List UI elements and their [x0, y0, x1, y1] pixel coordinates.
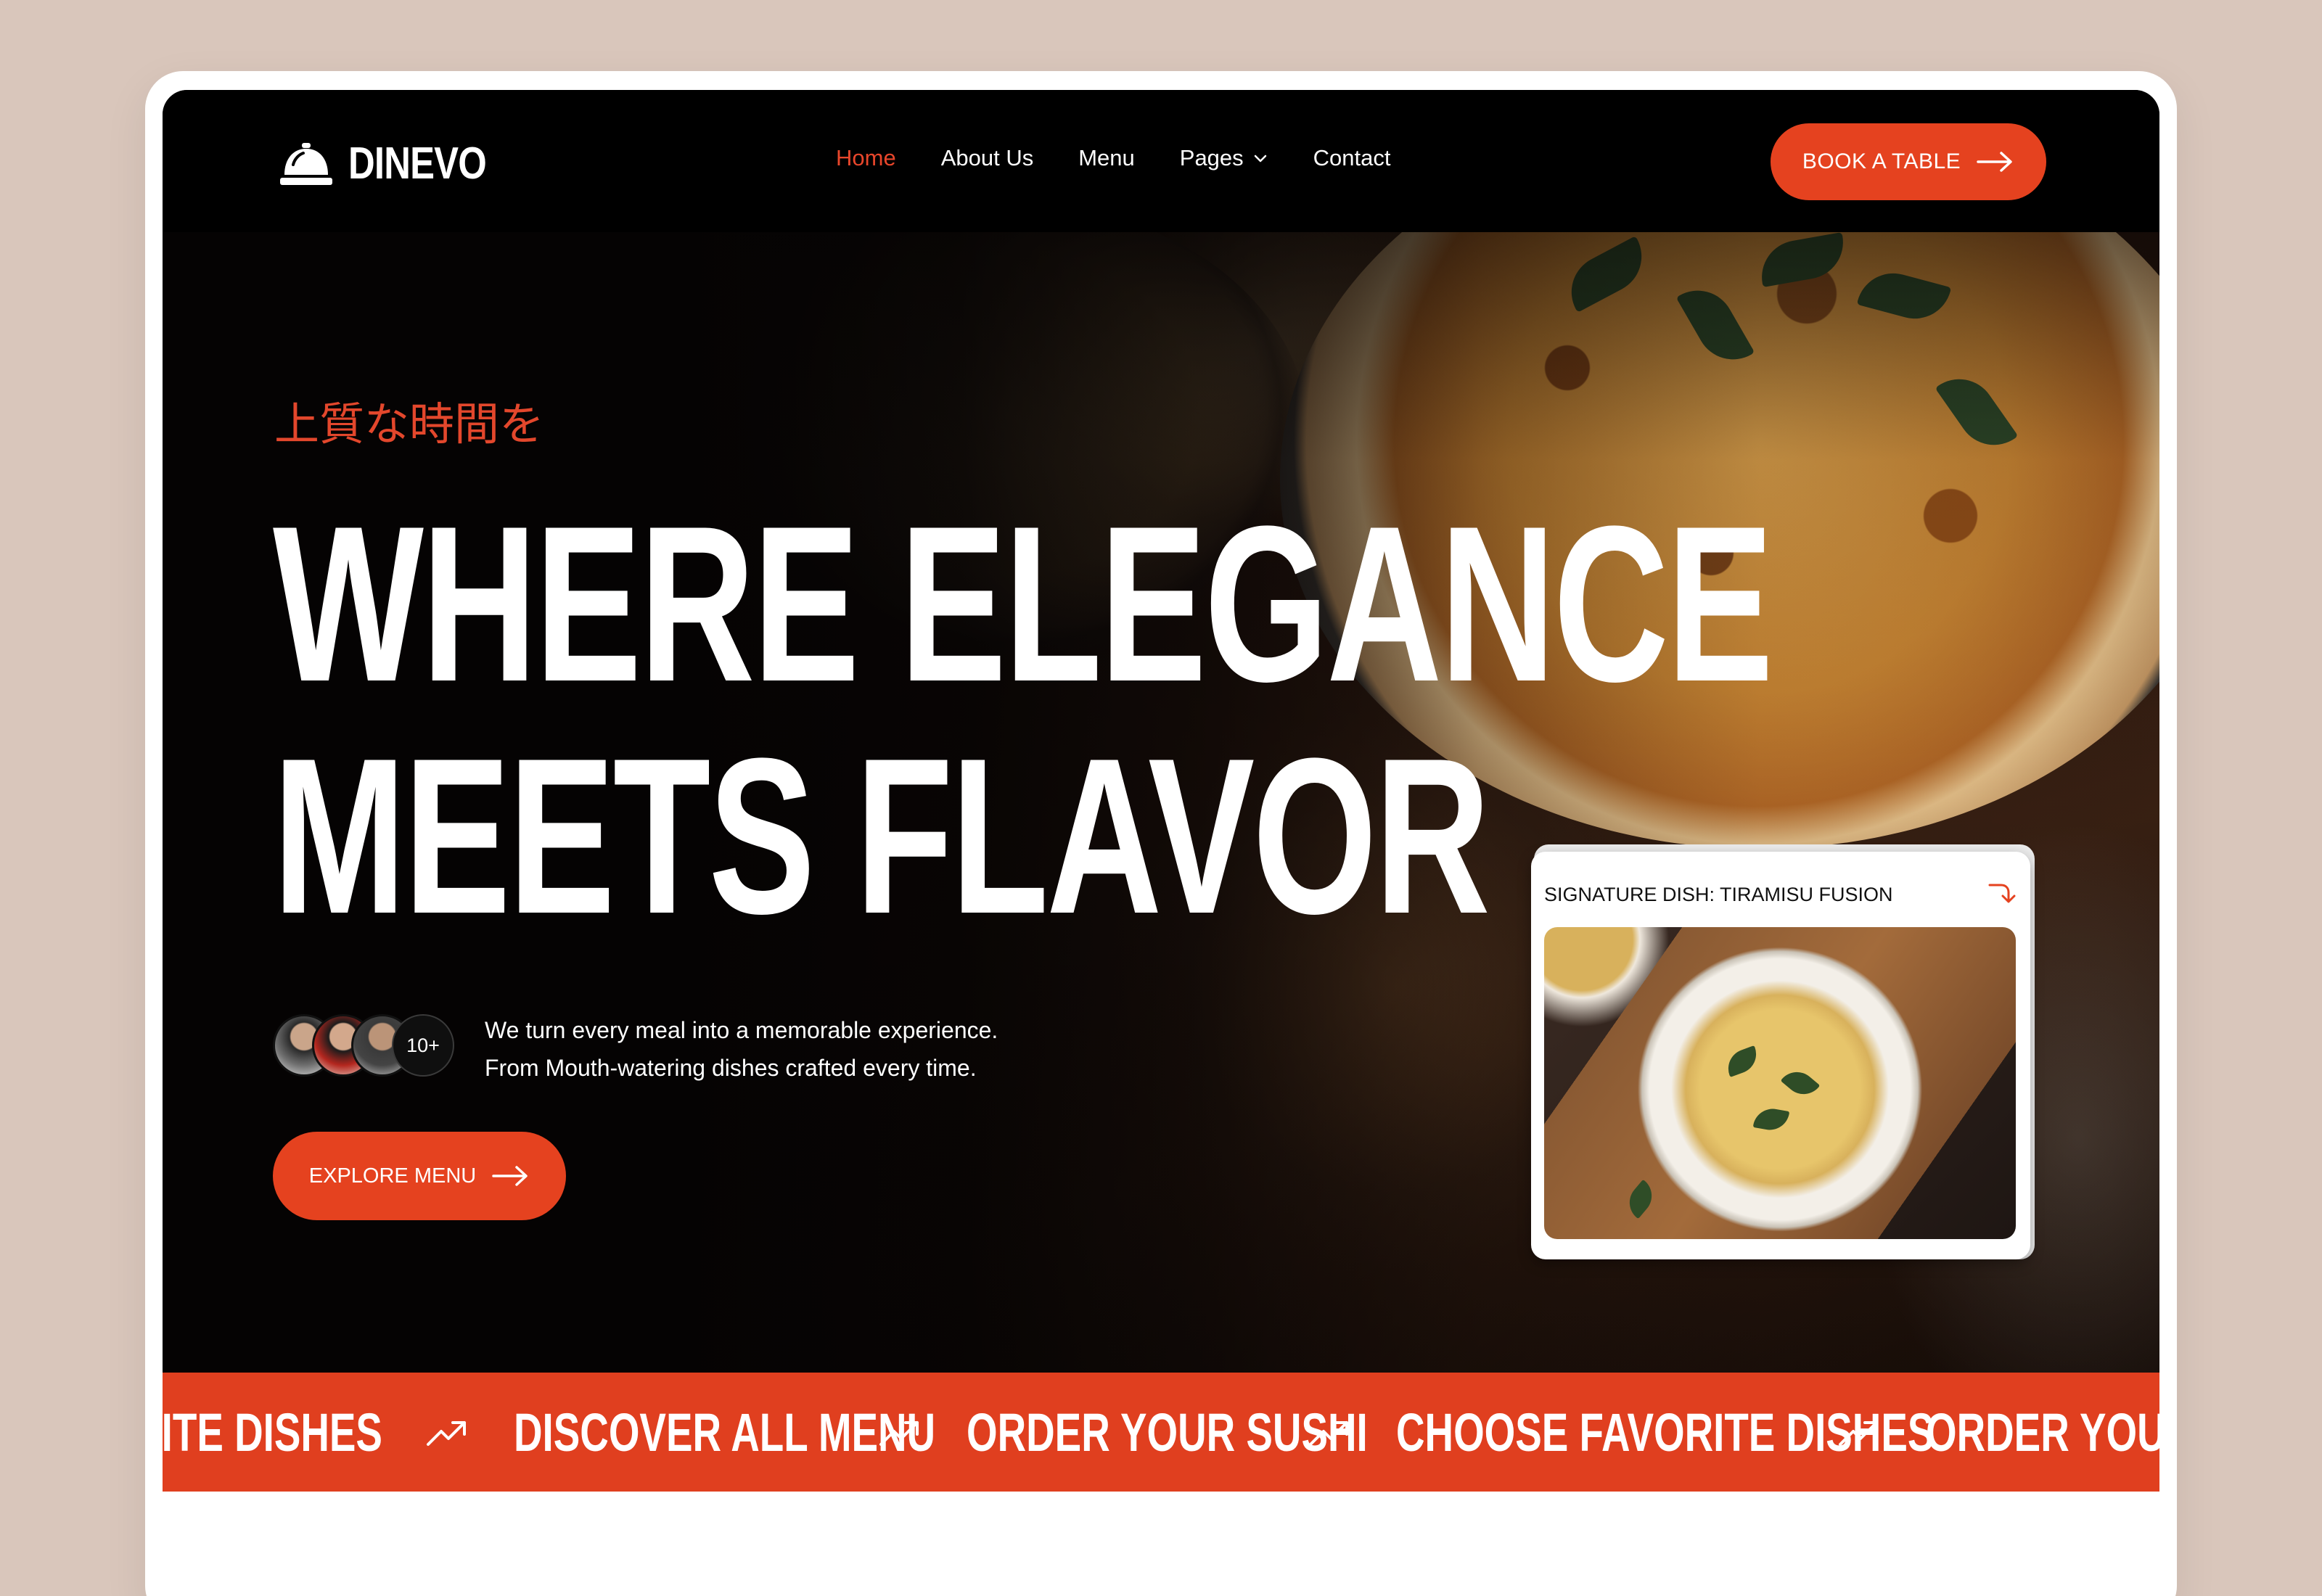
- hero-tagline: We turn every meal into a memorable expe…: [485, 1011, 998, 1087]
- arrow-down-right-icon[interactable]: [1987, 881, 2016, 905]
- signature-dish-card[interactable]: SIGNATURE DISH: TIRAMISU FUSION: [1531, 852, 2030, 1259]
- chevron-down-icon: [1254, 155, 1266, 163]
- arrow-right-icon: [492, 1166, 528, 1186]
- nav-item-pages-label: Pages: [1179, 145, 1244, 170]
- spinach-leaf: [1752, 1106, 1790, 1133]
- browser-viewport: DINEVO Home About Us Menu Pages Contact …: [163, 90, 2159, 1492]
- brand-logo[interactable]: DINEVO: [279, 138, 517, 189]
- book-a-table-label: BOOK A TABLE: [1802, 149, 1961, 173]
- spinach-leaf: [1780, 1064, 1821, 1103]
- tagline-line-1: We turn every meal into a memorable expe…: [485, 1017, 998, 1043]
- marquee-item: ORDER YOUR S: [1926, 1402, 2159, 1463]
- service-bell-icon: [279, 140, 334, 188]
- brand-name: DINEVO: [348, 139, 487, 189]
- nav-item-about-us[interactable]: About Us: [941, 145, 1034, 171]
- marquee-item: ORDER YOUR SUSHI: [967, 1402, 1368, 1463]
- trending-up-icon: [427, 1420, 466, 1446]
- nav-item-contact[interactable]: Contact: [1313, 145, 1391, 171]
- spinach-leaf: [1621, 1179, 1660, 1219]
- marquee-track: VORITE DISHES DISCOVER ALL MENU ORDER YO…: [163, 1402, 2159, 1463]
- headline-line-1: WHERE ELEGANCE: [273, 480, 1773, 728]
- avatar-count-badge: 10+: [392, 1014, 454, 1077]
- marquee-item: VORITE DISHES: [163, 1402, 382, 1463]
- hero-kicker: 上質な時間を: [274, 400, 545, 450]
- marquee-item: CHOOSE FAVORITE DISHES: [1396, 1402, 1935, 1463]
- spinach-leaf: [1723, 1045, 1762, 1077]
- explore-menu-button[interactable]: EXPLORE MENU: [273, 1132, 566, 1220]
- nav-item-pages[interactable]: Pages: [1180, 145, 1268, 171]
- book-a-table-button[interactable]: BOOK A TABLE: [1771, 123, 2046, 200]
- marquee-item: DISCOVER ALL MENU: [514, 1402, 936, 1463]
- explore-menu-label: EXPLORE MENU: [308, 1164, 477, 1188]
- tagline-line-2: From Mouth-watering dishes crafted every…: [485, 1055, 977, 1081]
- arrow-right-icon: [1977, 152, 2012, 172]
- nav-item-home[interactable]: Home: [836, 145, 896, 171]
- top-navigation: DINEVO Home About Us Menu Pages Contact …: [163, 90, 2159, 232]
- hero-section: DINEVO Home About Us Menu Pages Contact …: [163, 90, 2159, 1373]
- main-menu: Home About Us Menu Pages Contact: [836, 145, 1436, 171]
- signature-dish-image: [1544, 927, 2016, 1239]
- nav-item-menu[interactable]: Menu: [1078, 145, 1135, 171]
- marquee-banner: VORITE DISHES DISCOVER ALL MENU ORDER YO…: [163, 1373, 2159, 1492]
- signature-dish-title: SIGNATURE DISH: TIRAMISU FUSION: [1544, 884, 1893, 905]
